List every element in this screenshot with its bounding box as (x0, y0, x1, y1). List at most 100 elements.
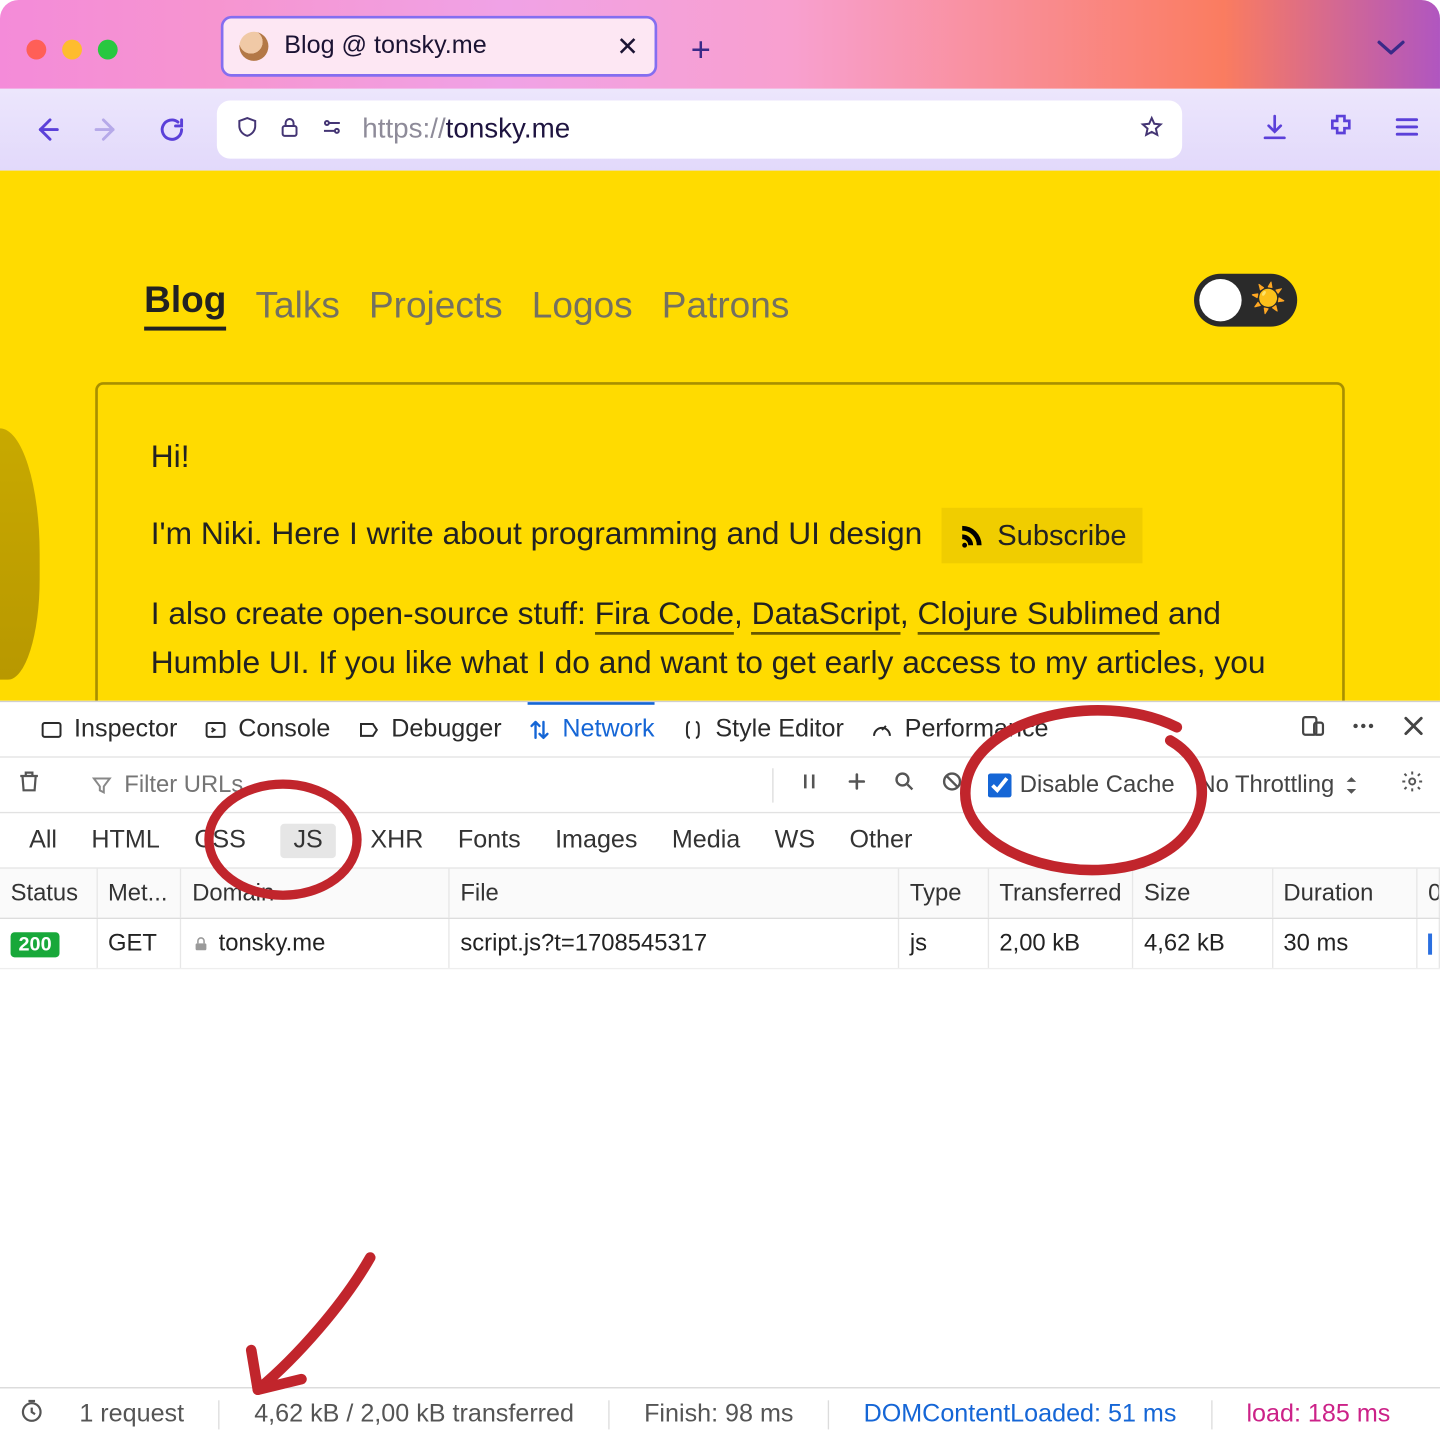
minimize-window-button[interactable] (62, 40, 82, 60)
nav-projects[interactable]: Projects (369, 284, 503, 326)
browser-tab[interactable]: Blog @ tonsky.me ✕ (221, 16, 657, 77)
author-avatar (0, 428, 40, 679)
tab-style-editor[interactable]: Style Editor (681, 702, 844, 756)
status-domcontentloaded: DOMContentLoaded: 51 ms (864, 1400, 1177, 1429)
bookmark-star-icon[interactable] (1140, 114, 1164, 144)
close-devtools-icon[interactable] (1400, 712, 1426, 746)
close-tab-icon[interactable]: ✕ (617, 30, 639, 63)
status-transferred: 4,62 kB / 2,00 kB transferred (254, 1400, 574, 1429)
tab-title: Blog @ tonsky.me (284, 32, 486, 61)
responsive-mode-icon[interactable] (1300, 712, 1326, 746)
tab-console[interactable]: Console (204, 702, 331, 756)
browser-toolbar: https://tonsky.me (0, 89, 1440, 171)
network-type-filters: All HTML CSS JS XHR Fonts Images Media W… (0, 813, 1440, 869)
cell-file: script.js?t=1708545317 (450, 919, 899, 968)
lock-icon (192, 930, 211, 956)
title-bar: Blog @ tonsky.me ✕ + (0, 0, 1440, 89)
theme-toggle[interactable]: ☀️ (1194, 274, 1297, 327)
nav-talks[interactable]: Talks (255, 284, 339, 326)
intro-hi: Hi! (151, 432, 1290, 481)
timer-icon[interactable] (19, 1397, 45, 1431)
col-file[interactable]: File (450, 869, 899, 918)
filter-js[interactable]: JS (280, 823, 336, 857)
cell-method: GET (97, 919, 181, 968)
network-row[interactable]: 200 GET tonsky.me script.js?t=1708545317… (0, 919, 1440, 969)
filter-input[interactable] (124, 771, 283, 799)
col-duration[interactable]: Duration (1273, 869, 1418, 918)
nav-logos[interactable]: Logos (532, 284, 633, 326)
devtools-tabs: Inspector Console Debugger Network Style… (0, 702, 1440, 758)
disable-cache-checkbox[interactable]: Disable Cache (988, 771, 1175, 799)
cell-duration: 30 ms (1273, 919, 1418, 968)
settings-gear-icon[interactable] (1400, 770, 1424, 800)
permissions-icon[interactable] (320, 114, 344, 144)
filter-images[interactable]: Images (555, 826, 637, 855)
sun-icon: ☀️ (1250, 282, 1286, 316)
filter-urls[interactable] (90, 771, 283, 799)
extensions-icon[interactable] (1326, 112, 1355, 148)
filter-fonts[interactable]: Fonts (458, 826, 521, 855)
tab-performance[interactable]: Performance (870, 702, 1048, 756)
filter-ws[interactable]: WS (775, 826, 815, 855)
cell-size: 4,62 kB (1133, 919, 1272, 968)
filter-css[interactable]: CSS (194, 826, 246, 855)
col-size[interactable]: Size (1133, 869, 1272, 918)
cell-waterfall: 3 (1418, 919, 1440, 968)
tab-network[interactable]: Network (528, 701, 655, 755)
filter-media[interactable]: Media (672, 826, 740, 855)
cell-transferred: 2,00 kB (989, 919, 1134, 968)
tab-inspector[interactable]: Inspector (40, 702, 178, 756)
col-type[interactable]: Type (899, 869, 988, 918)
block-icon[interactable] (940, 770, 964, 800)
filter-html[interactable]: HTML (91, 826, 159, 855)
devtools-status-bar: 1 request 4,62 kB / 2,00 kB transferred … (0, 1387, 1440, 1440)
filter-all[interactable]: All (29, 826, 57, 855)
status-requests: 1 request (79, 1400, 184, 1429)
maximize-window-button[interactable] (98, 40, 118, 60)
kebab-menu-icon[interactable] (1350, 712, 1376, 746)
back-button[interactable] (19, 100, 77, 158)
reload-button[interactable] (143, 100, 201, 158)
col-domain[interactable]: Domain (182, 869, 450, 918)
col-method[interactable]: Met... (97, 869, 181, 918)
site-nav: Blog Talks Projects Logos Patrons (144, 279, 789, 331)
intro-card: Hi! I'm Niki. Here I write about program… (95, 382, 1345, 701)
devtools-panel: Inspector Console Debugger Network Style… (0, 701, 1440, 1440)
lock-icon[interactable] (278, 114, 302, 144)
col-status[interactable]: Status (0, 869, 97, 918)
shield-icon[interactable] (235, 114, 259, 144)
network-table-header: Status Met... Domain File Type Transferr… (0, 869, 1440, 919)
list-tabs-button[interactable] (1377, 37, 1406, 62)
filter-xhr[interactable]: XHR (370, 826, 423, 855)
disable-cache-input[interactable] (988, 773, 1012, 797)
downloads-icon[interactable] (1260, 112, 1289, 148)
search-icon[interactable] (893, 770, 917, 800)
new-tab-button[interactable]: + (682, 29, 719, 66)
link-clojure-sublimed[interactable]: Clojure Sublimed (917, 597, 1159, 635)
filter-other[interactable]: Other (850, 826, 913, 855)
tab-debugger[interactable]: Debugger (357, 702, 502, 756)
url-bar[interactable]: https://tonsky.me (217, 100, 1182, 158)
subscribe-button[interactable]: Subscribe (942, 508, 1143, 564)
page-content: Blog Talks Projects Logos Patrons ☀️ Hi!… (0, 171, 1440, 701)
window-controls (26, 40, 117, 60)
pause-icon[interactable] (798, 770, 822, 800)
col-waterfall[interactable]: 0 (1418, 869, 1440, 918)
rss-icon (958, 521, 987, 550)
trash-icon[interactable] (16, 768, 42, 801)
link-fira-code[interactable]: Fira Code (595, 597, 734, 635)
status-badge: 200 (11, 932, 60, 957)
link-datascript[interactable]: DataScript (752, 597, 900, 635)
add-icon[interactable] (845, 770, 869, 800)
nav-blog[interactable]: Blog (144, 279, 226, 331)
throttling-select[interactable]: No Throttling (1198, 771, 1363, 799)
network-toolbar: Disable Cache No Throttling (0, 758, 1440, 814)
nav-patrons[interactable]: Patrons (662, 284, 790, 326)
forward-button[interactable] (77, 100, 135, 158)
intro-line2: I also create open-source stuff: Fira Co… (151, 590, 1290, 688)
cell-domain: tonsky.me (182, 919, 450, 968)
col-transferred[interactable]: Transferred (989, 869, 1134, 918)
menu-icon[interactable] (1392, 112, 1421, 148)
close-window-button[interactable] (26, 40, 46, 60)
cell-type: js (899, 919, 988, 968)
